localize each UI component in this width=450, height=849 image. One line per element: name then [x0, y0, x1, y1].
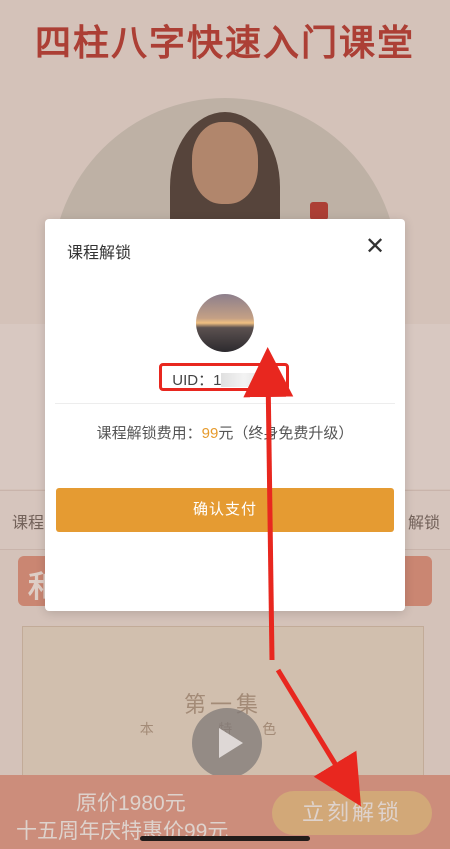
divider — [55, 403, 395, 404]
dialog-title: 课程解锁 — [67, 245, 132, 262]
uid-label: UID：1 1 — [162, 369, 286, 390]
unlock-dialog: 课程解锁 ✕ UID：1 1 课程解锁费用：99元（终身免费升级） 确认支付 — [45, 219, 405, 611]
uid-highlight: UID：1 1 — [159, 363, 289, 391]
confirm-payment-button[interactable]: 确认支付 — [56, 488, 394, 532]
uid-suffix: 1 — [267, 372, 276, 389]
user-avatar — [196, 294, 254, 352]
fee-amount: 99 — [201, 425, 219, 442]
unlock-fee: 课程解锁费用：99元（终身免费升级） — [45, 422, 405, 443]
close-icon[interactable]: ✕ — [361, 233, 389, 261]
uid-redacted — [221, 373, 268, 387]
fee-suffix: 元（终身免费升级） — [218, 425, 354, 442]
fee-label: 课程解锁费用： — [96, 425, 202, 442]
uid-prefix: UID：1 — [172, 372, 222, 389]
